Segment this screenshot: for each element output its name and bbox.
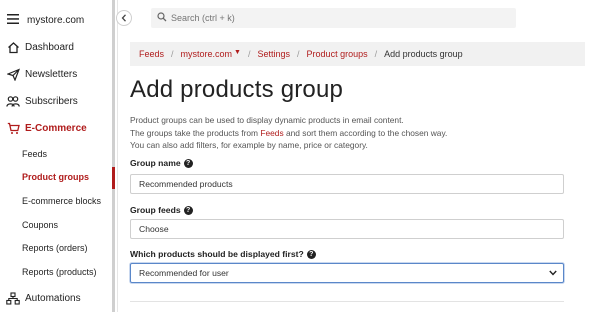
search-input[interactable] — [171, 13, 491, 23]
store-name: mystore.com — [27, 14, 85, 26]
breadcrumb-product-groups[interactable]: Product groups — [307, 49, 368, 59]
breadcrumb: Feeds / mystore.com ▼ / Settings / Produ… — [130, 42, 585, 66]
chevron-down-icon — [549, 268, 557, 278]
sidebar-subitem-label: Feeds — [22, 149, 48, 159]
sidebar-item-dashboard[interactable]: Dashboard — [6, 38, 74, 56]
sidebar-item-label: Dashboard — [25, 41, 74, 53]
feeds-link[interactable]: Feeds — [260, 128, 283, 138]
collapse-sidebar-button[interactable] — [116, 10, 132, 26]
breadcrumb-feeds[interactable]: Feeds — [139, 49, 164, 59]
description-text: and sort them according to the chosen wa… — [283, 127, 448, 138]
description-line-1: Product groups can be used to display dy… — [130, 115, 404, 125]
help-icon[interactable]: ? — [183, 205, 193, 215]
sidebar-item-label: Automations — [25, 292, 81, 304]
sidebar-subitem-feeds[interactable]: Feeds — [22, 146, 47, 162]
breadcrumb-separator: / — [171, 49, 174, 59]
sidebar-item-label: E-Commerce — [25, 122, 87, 134]
input-value: Recommended products — [139, 179, 233, 189]
sidebar-item-ecommerce[interactable]: E-Commerce — [6, 119, 87, 137]
page-title: Add products group — [130, 76, 344, 103]
sidebar-subitem-product-groups[interactable]: Product groups — [22, 169, 89, 185]
sidebar-item-automations[interactable]: Automations — [6, 289, 81, 307]
caret-down-icon[interactable]: ▼ — [234, 49, 241, 56]
section-divider — [130, 301, 564, 302]
active-item-marker — [112, 167, 115, 189]
group-feeds-label: Group feeds ? — [130, 205, 193, 215]
home-icon — [6, 40, 20, 54]
sidebar-item-label: Subscribers — [25, 95, 78, 107]
search-icon — [157, 9, 167, 27]
field-label-text: Group name — [130, 158, 181, 168]
cart-icon — [6, 121, 20, 135]
sidebar-subitem-label: E-commerce blocks — [22, 196, 102, 206]
help-icon[interactable]: ? — [306, 249, 316, 259]
automation-icon — [6, 291, 20, 305]
help-icon[interactable]: ? — [183, 158, 193, 168]
sidebar-subitem-label: Product groups — [22, 172, 89, 182]
description-line-3: You can also add filters, for example by… — [130, 140, 368, 150]
sidebar-subitem-label: Reports (products) — [22, 267, 97, 277]
display-order-label: Which products should be displayed first… — [130, 249, 316, 259]
sidebar-item-subscribers[interactable]: Subscribers — [6, 92, 78, 110]
sidebar-subitem-ecommerce-blocks[interactable]: E-commerce blocks — [22, 193, 101, 209]
breadcrumb-separator: / — [374, 49, 378, 59]
group-name-label: Group name ? — [130, 158, 193, 168]
global-search[interactable] — [151, 8, 516, 28]
display-order-select[interactable]: Recommended for user — [130, 263, 564, 283]
field-label-text: Group feeds — [130, 205, 181, 215]
sidebar-item-label: Newsletters — [25, 68, 78, 80]
description-text: The groups take the products from — [130, 127, 261, 138]
sidebar-scrollbar-thumb[interactable] — [112, 0, 115, 312]
sidebar-subitem-label: Coupons — [22, 220, 59, 230]
sidebar-subitem-coupons[interactable]: Coupons — [22, 217, 58, 233]
sidebar-scrollbar[interactable] — [112, 0, 115, 312]
hamburger-menu-icon[interactable] — [7, 11, 19, 29]
store-switcher[interactable]: mystore.com — [7, 11, 84, 29]
page-description: Product groups can be used to display dy… — [130, 114, 580, 152]
sidebar-subitem-label: Reports (orders) — [22, 243, 88, 253]
sidebar-item-newsletters[interactable]: Newsletters — [6, 65, 77, 83]
send-icon — [6, 67, 20, 81]
sidebar: mystore.com Dashboard Newsletters Subscr… — [0, 0, 118, 312]
breadcrumb-separator: / — [297, 49, 300, 59]
breadcrumb-separator: / — [247, 49, 251, 59]
select-value: Recommended for user — [139, 268, 229, 278]
group-name-input[interactable]: Recommended products — [130, 174, 564, 194]
breadcrumb-store[interactable]: mystore.com — [181, 49, 233, 59]
select-value: Choose — [139, 224, 169, 234]
breadcrumb-current: Add products group — [384, 49, 463, 59]
users-icon — [6, 94, 20, 108]
chevron-left-icon — [121, 9, 127, 27]
group-feeds-select[interactable]: Choose — [130, 219, 564, 239]
sidebar-subitem-reports-products[interactable]: Reports (products) — [22, 264, 97, 280]
field-label-text: Which products should be displayed first… — [130, 249, 304, 259]
breadcrumb-settings[interactable]: Settings — [258, 49, 291, 59]
description-line-2: The groups take the products from Feeds … — [130, 127, 580, 140]
sidebar-subitem-reports-orders[interactable]: Reports (orders) — [22, 240, 88, 256]
